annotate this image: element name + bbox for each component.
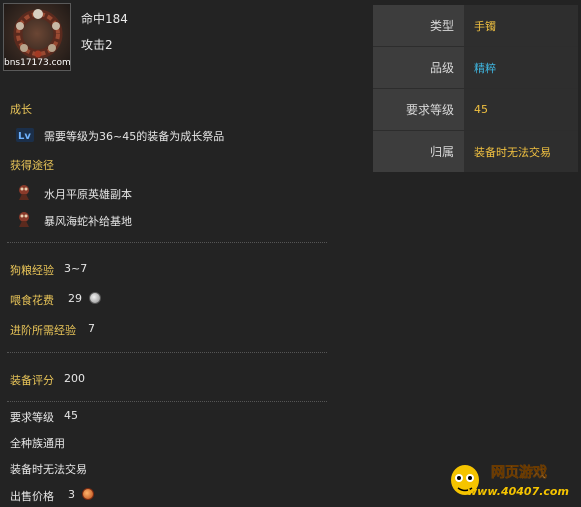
divider xyxy=(7,352,327,353)
price-value: 3 xyxy=(68,488,75,501)
stat-attack: 攻击2 xyxy=(81,38,113,52)
bind-text: 装备时无法交易 xyxy=(10,463,87,476)
info-key: 归属 xyxy=(373,131,464,172)
item-portrait: bns17173.com xyxy=(3,3,71,71)
source-item[interactable]: 暴风海蛇补给基地 xyxy=(44,213,132,229)
info-key: 品级 xyxy=(373,47,464,88)
info-row-level: 要求等级 45 xyxy=(373,89,578,131)
info-row-type: 类型 手镯 xyxy=(373,5,578,47)
logo-title: 网页游戏 xyxy=(491,465,548,482)
food-exp-label: 狗粮经验 xyxy=(10,264,54,277)
info-key: 类型 xyxy=(373,5,464,46)
stat-accuracy: 命中184 xyxy=(81,12,128,26)
copper-coin-icon xyxy=(82,488,94,500)
portrait-watermark: bns17173.com xyxy=(4,58,71,68)
feed-cost-label: 喂食花费 xyxy=(10,294,54,307)
dungeon-monster-icon xyxy=(16,184,32,200)
info-row-grade: 品级 精粹 xyxy=(373,47,578,89)
req-level-value: 45 xyxy=(64,409,78,422)
divider xyxy=(7,242,327,243)
silver-coin-icon xyxy=(89,292,101,304)
info-value: 手镯 xyxy=(464,5,578,46)
site-logo: 网页游戏 www.40407.com xyxy=(447,460,575,504)
food-exp-value: 3~7 xyxy=(64,262,88,275)
source-item[interactable]: 水月平原英雄副本 xyxy=(44,186,132,202)
svg-text:Lv: Lv xyxy=(18,131,31,142)
source-title: 获得途径 xyxy=(10,159,54,172)
req-level-label: 要求等级 xyxy=(10,411,54,424)
race-text: 全种族通用 xyxy=(10,437,65,450)
divider xyxy=(7,401,327,402)
growth-title: 成长 xyxy=(10,103,32,116)
advance-exp-label: 进阶所需经验 xyxy=(10,324,76,337)
logo-url: www.40407.com xyxy=(467,485,569,498)
price-label: 出售价格 xyxy=(10,490,54,503)
level-badge-icon: Lv xyxy=(16,127,34,143)
info-key: 要求等级 xyxy=(373,89,464,130)
score-value: 200 xyxy=(64,372,85,385)
advance-exp-value: 7 xyxy=(88,322,95,335)
info-value: 装备时无法交易 xyxy=(464,131,578,172)
info-row-binding: 归属 装备时无法交易 xyxy=(373,131,578,172)
feed-cost-value: 29 xyxy=(68,292,82,305)
score-label: 装备评分 xyxy=(10,374,54,387)
item-info-table: 类型 手镯 品级 精粹 要求等级 45 归属 装备时无法交易 xyxy=(373,5,578,172)
info-value: 精粹 xyxy=(464,47,578,88)
info-value: 45 xyxy=(464,89,578,130)
growth-text: 需要等级为36~45的装备为成长祭品 xyxy=(44,130,225,143)
dungeon-monster-icon xyxy=(16,211,32,227)
